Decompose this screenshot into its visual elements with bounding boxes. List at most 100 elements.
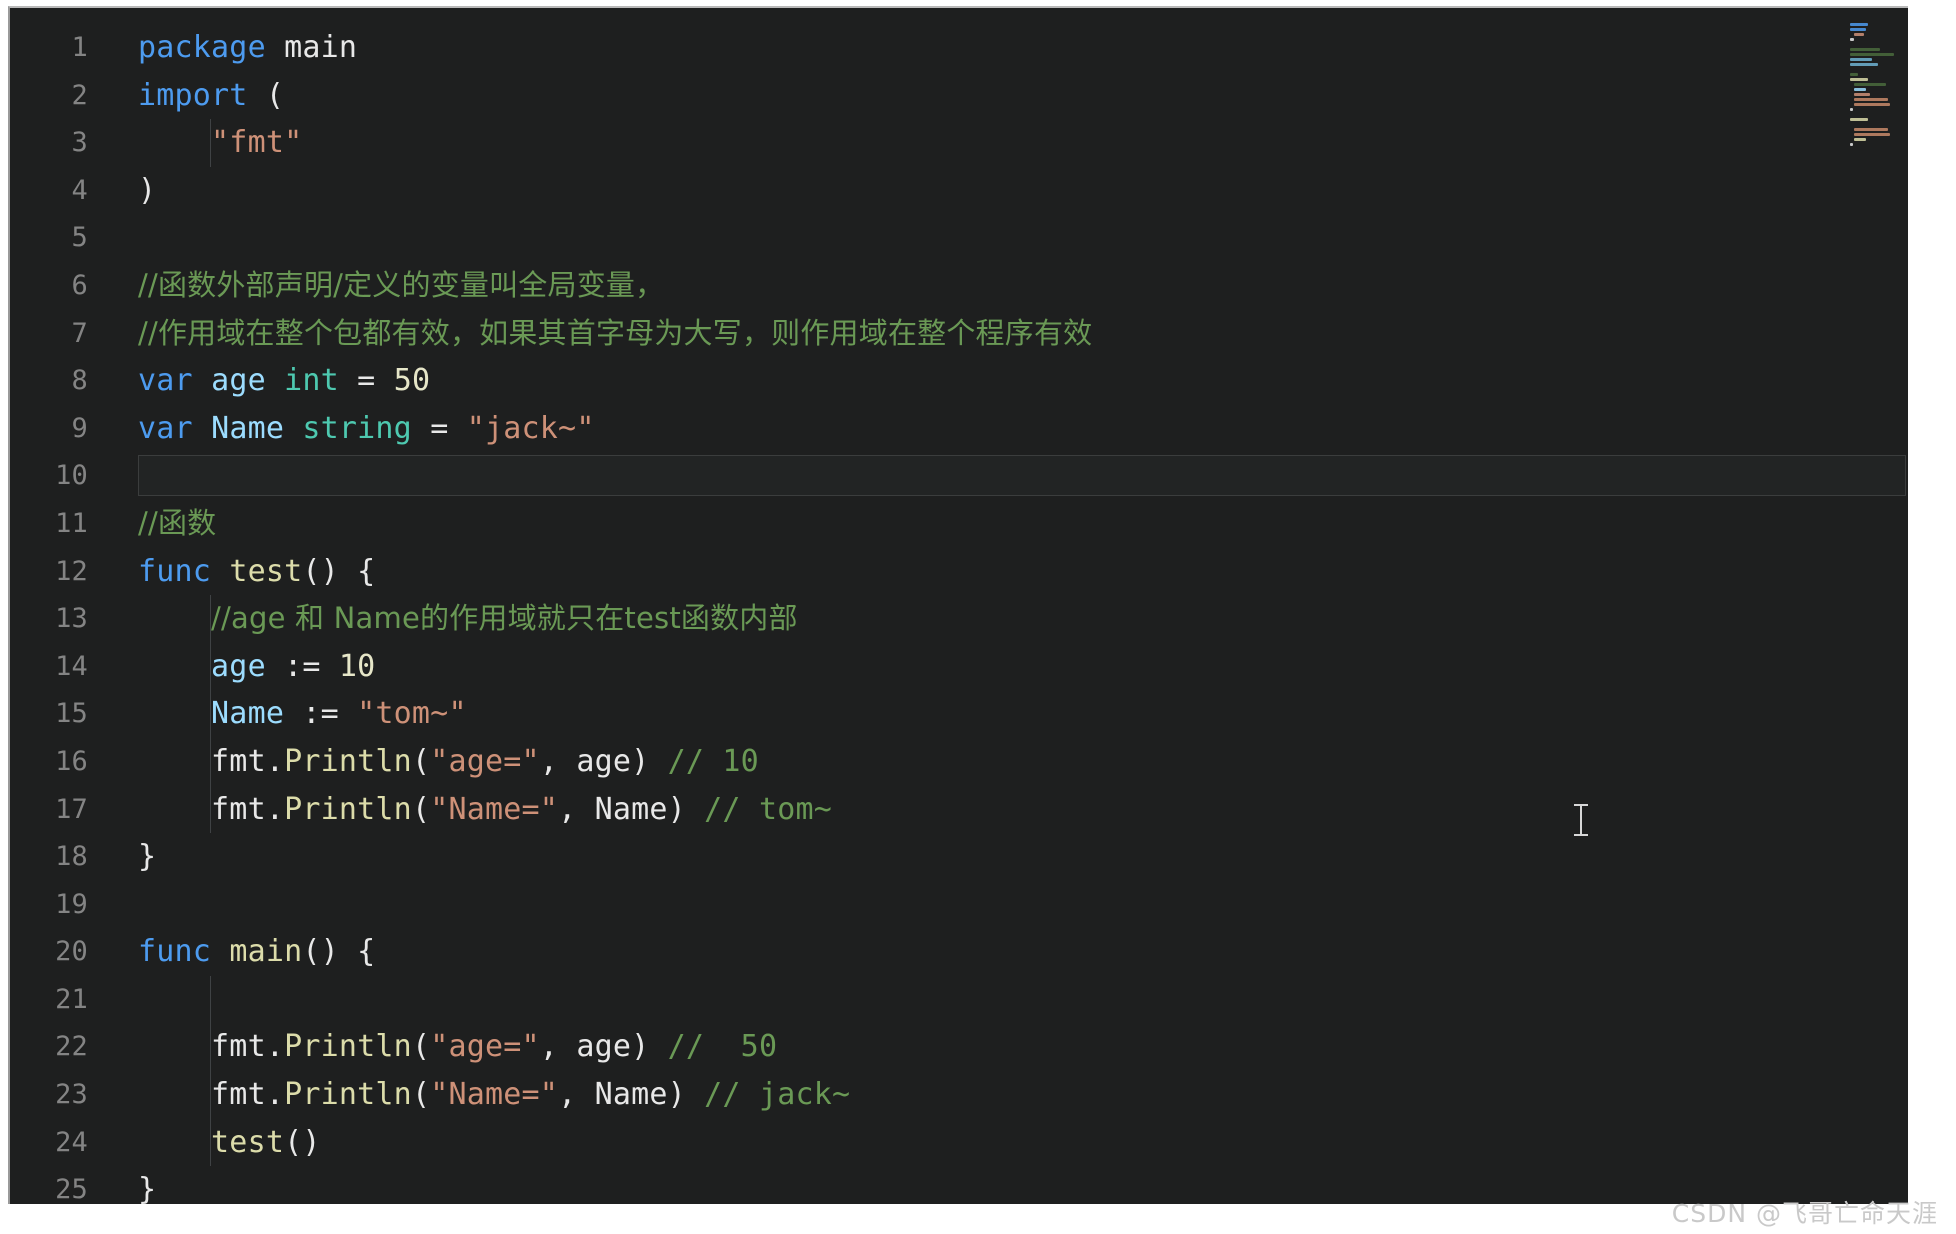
minimap-token: [1850, 58, 1872, 61]
line-number: 1: [71, 32, 88, 63]
code-line[interactable]: 16 fmt.Println("age=", age) // 10: [10, 738, 1908, 786]
line-number: 21: [55, 983, 88, 1015]
minimap-token: [1854, 103, 1890, 106]
code-token: age: [211, 648, 266, 684]
code-line[interactable]: 12 func test() {: [10, 548, 1908, 596]
line-number: 16: [55, 745, 88, 777]
line-code: age := 10: [138, 643, 375, 691]
code-line[interactable]: 17 fmt.Println("Name=", Name) // tom~: [10, 786, 1908, 834]
code-token: "jack~": [466, 410, 595, 446]
minimap-token: [1850, 78, 1868, 81]
code-line[interactable]: 21: [10, 976, 1908, 1024]
code-token: :=: [265, 648, 339, 684]
line-number: 22: [55, 1031, 88, 1063]
code-line[interactable]: 23 fmt.Println("Name=", Name) // jack~: [10, 1071, 1908, 1119]
line-code: }: [138, 833, 156, 881]
line-code: fmt.Println("age=", age) // 50: [138, 1023, 777, 1071]
code-line[interactable]: 3 "fmt": [10, 119, 1908, 167]
minimap-token: [1850, 53, 1894, 56]
code-token: main: [284, 30, 358, 65]
code-line[interactable]: 14 age := 10: [10, 643, 1908, 691]
code-line[interactable]: 9 var Name string = "jack~": [10, 405, 1908, 453]
minimap-token: [1850, 38, 1854, 41]
code-line[interactable]: 8 var age int = 50: [10, 357, 1908, 405]
text-cursor-icon: [1574, 803, 1588, 837]
minimap-token: [1850, 73, 1858, 76]
line-number: 12: [55, 555, 88, 587]
line-code: "fmt": [138, 119, 302, 167]
editor-minimap[interactable]: [1848, 22, 1906, 172]
code-line[interactable]: 1 package main: [10, 24, 1908, 72]
line-number: 4: [71, 174, 88, 206]
code-token: // tom~: [704, 791, 832, 827]
code-line[interactable]: 22 fmt.Println("age=", age) // 50: [10, 1023, 1908, 1071]
minimap-token: [1854, 33, 1864, 36]
code-line[interactable]: 20 func main() {: [10, 928, 1908, 976]
minimap-token: [1850, 23, 1868, 26]
code-token: "tom~": [357, 696, 467, 732]
minimap-token: [1854, 88, 1866, 91]
code-line[interactable]: 2 import (: [10, 72, 1908, 120]
line-number: 7: [71, 317, 88, 349]
code-line[interactable]: 4): [10, 167, 1908, 215]
code-line[interactable]: 10: [10, 452, 1908, 500]
code-line[interactable]: 25}: [10, 1166, 1908, 1204]
code-token: , age): [539, 1029, 668, 1065]
code-token: func: [138, 934, 212, 970]
code-token: .: [265, 791, 285, 827]
code-token: // 50: [667, 1029, 778, 1065]
code-line[interactable]: 24 test(): [10, 1119, 1908, 1167]
code-line[interactable]: 7 //作用域在整个包都有效，如果其首字母为大写，则作用域在整个程序有效: [10, 310, 1908, 358]
code-line[interactable]: 5: [10, 214, 1908, 262]
code-token: test: [229, 553, 303, 589]
code-token: }: [138, 1172, 157, 1204]
line-code: import (: [138, 72, 284, 120]
code-editor[interactable]: 1 package main 2 import (3 "fmt" 4) 5 6//函数外部声…: [8, 6, 1908, 1204]
code-token: =: [411, 410, 467, 446]
code-line[interactable]: 11 //函数: [10, 500, 1908, 548]
minimap-token: [1850, 28, 1866, 31]
code-line[interactable]: 18}: [10, 833, 1908, 881]
code-token: , Name): [558, 791, 705, 827]
line-code: var age int = 50: [138, 357, 430, 405]
csdn-watermark: CSDN @飞哥亡命天涯: [1671, 1199, 1938, 1228]
code-token: import: [138, 77, 248, 113]
indent-guide: [210, 976, 211, 1167]
line-code: //函数: [138, 500, 216, 548]
minimap-token: [1854, 83, 1886, 86]
code-token: () {: [302, 553, 376, 589]
minimap-token: [1850, 118, 1868, 121]
line-number: 5: [71, 222, 88, 254]
code-token: , age): [539, 743, 668, 779]
code-line[interactable]: 15 Name := "tom~": [10, 690, 1908, 738]
code-token: (: [411, 743, 431, 779]
code-line[interactable]: 19: [10, 881, 1908, 929]
minimap-line: [1848, 142, 1906, 147]
line-code: func main() {: [138, 928, 375, 976]
code-token: func: [138, 553, 212, 589]
minimap-token: [1854, 128, 1888, 131]
minimap-token: [1850, 48, 1880, 51]
code-text-area[interactable]: 1 package main 2 import (3 "fmt" 4) 5 6//函数外部声…: [10, 8, 1908, 1204]
code-token: Println: [284, 743, 412, 779]
code-line[interactable]: 13 //age 和 Name的作用域就只在test函数内部: [10, 595, 1908, 643]
code-token: }: [138, 839, 157, 875]
line-code: fmt.Println("Name=", Name) // tom~: [138, 786, 832, 834]
code-line[interactable]: 6 //函数外部声明/定义的变量叫全局变量，: [10, 262, 1908, 310]
code-token: (: [411, 791, 431, 827]
code-token: , Name): [558, 1077, 705, 1113]
code-token: 10: [338, 648, 376, 684]
code-token: "Name=": [430, 1077, 559, 1113]
line-code: fmt.Println("age=", age) // 10: [138, 738, 759, 786]
line-number: 25: [55, 1174, 88, 1204]
minimap-token: [1850, 143, 1853, 146]
